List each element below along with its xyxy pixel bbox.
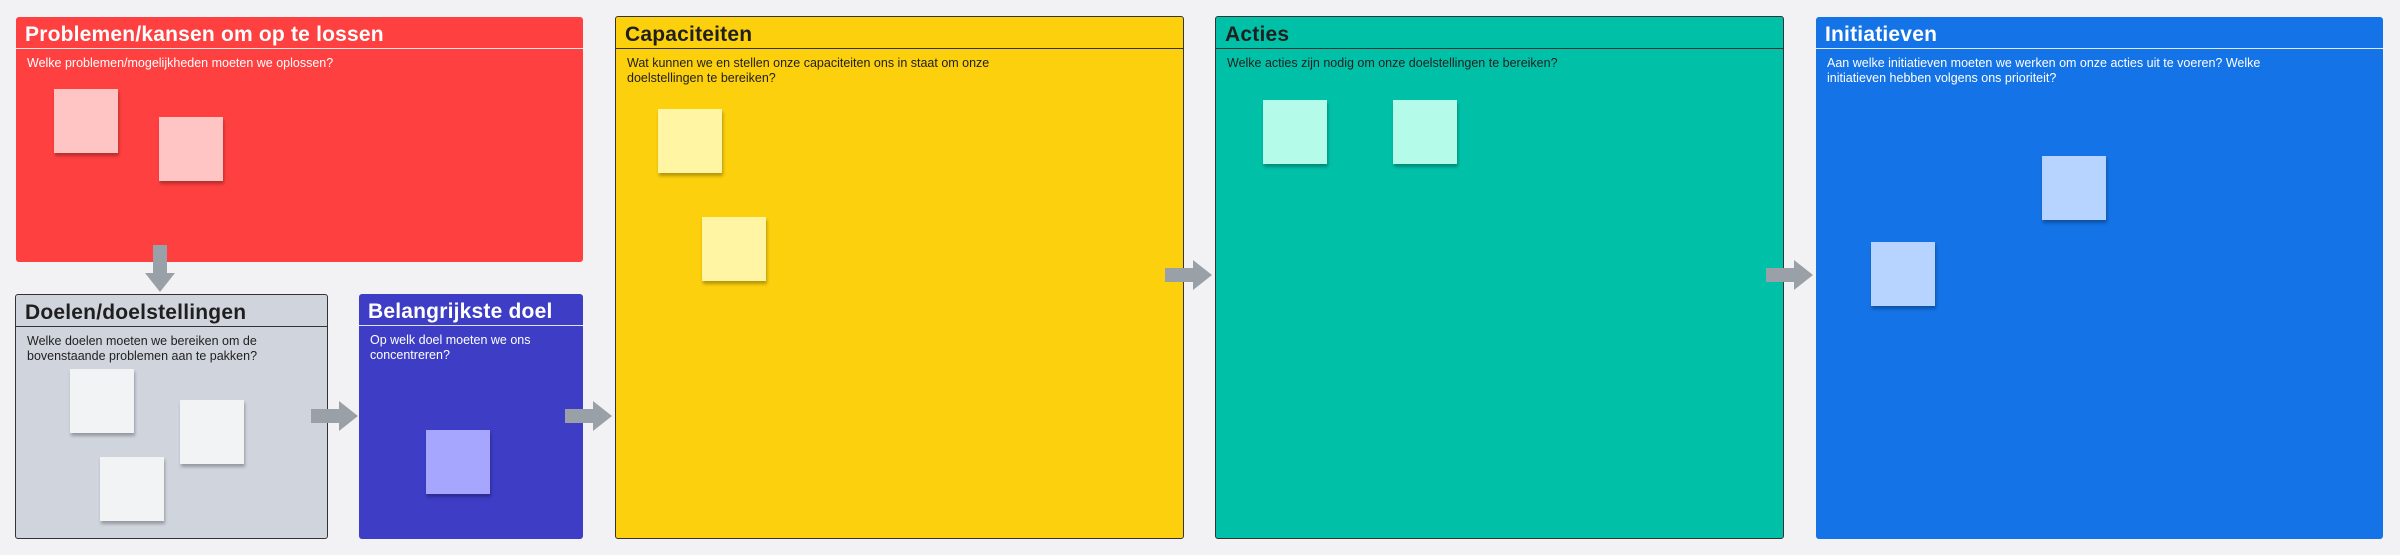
sticky-note[interactable] (1871, 242, 1935, 306)
sticky-note[interactable] (702, 217, 766, 281)
frame-title: Capaciteiten (616, 17, 1183, 49)
sticky-note[interactable] (2042, 156, 2106, 220)
arrow-right-icon (1165, 260, 1212, 290)
sticky-note[interactable] (159, 117, 223, 181)
frame-title: Doelen/doelstellingen (16, 295, 327, 327)
frame-description: Welke acties zijn nodig om onze doelstel… (1227, 56, 1558, 70)
sticky-note[interactable] (100, 457, 164, 521)
arrow-down-icon (145, 245, 175, 292)
frame-title: Acties (1216, 17, 1783, 49)
sticky-note[interactable] (658, 109, 722, 173)
sticky-note[interactable] (70, 369, 134, 433)
sticky-note[interactable] (180, 400, 244, 464)
frame-description: Aan welke initiatieven moeten we werken … (1827, 56, 2261, 85)
frame-title: Initiatieven (1816, 17, 2383, 49)
arrow-right-icon (1766, 260, 1813, 290)
frame-title: Problemen/kansen om op te lossen (16, 17, 583, 49)
frame-description: Op welk doel moeten we ons concentreren? (370, 333, 531, 362)
sticky-note[interactable] (1393, 100, 1457, 164)
sticky-note[interactable] (54, 89, 118, 153)
frame-description: Wat kunnen we en stellen onze capaciteit… (627, 56, 990, 85)
frame-description: Welke doelen moeten we bereiken om de bo… (27, 334, 258, 363)
arrow-right-icon (565, 401, 612, 431)
frame-title: Belangrijkste doel (359, 294, 583, 326)
sticky-note[interactable] (1263, 100, 1327, 164)
frame-problems[interactable]: Problemen/kansen om op te lossen Welke p… (16, 17, 583, 262)
frame-goals[interactable]: Doelen/doelstellingen Welke doelen moete… (15, 294, 328, 539)
frame-actions[interactable]: Acties Welke acties zijn nodig om onze d… (1215, 16, 1784, 539)
sticky-note[interactable] (426, 430, 490, 494)
frame-description: Welke problemen/mogelijkheden moeten we … (27, 56, 334, 70)
frame-capacities[interactable]: Capaciteiten Wat kunnen we en stellen on… (615, 16, 1184, 539)
arrow-right-icon (311, 401, 358, 431)
frame-main-goal[interactable]: Belangrijkste doel Op welk doel moeten w… (359, 294, 583, 539)
frame-initiatives[interactable]: Initiatieven Aan welke initiatieven moet… (1816, 17, 2383, 539)
